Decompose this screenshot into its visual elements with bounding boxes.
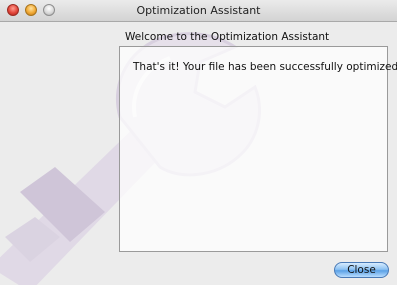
message-panel: That's it! Your file has been successful…	[119, 46, 397, 252]
optimization-assistant-window: Optimization Assistant Welcome to the Op…	[0, 0, 397, 285]
welcome-heading: Welcome to the Optimization Assistant	[125, 31, 330, 43]
title-bar[interactable]: Optimization Assistant	[0, 0, 397, 22]
close-button[interactable]: Close	[334, 262, 389, 278]
success-message: That's it! Your file has been successful…	[133, 61, 397, 73]
window-title: Optimization Assistant	[136, 4, 261, 17]
